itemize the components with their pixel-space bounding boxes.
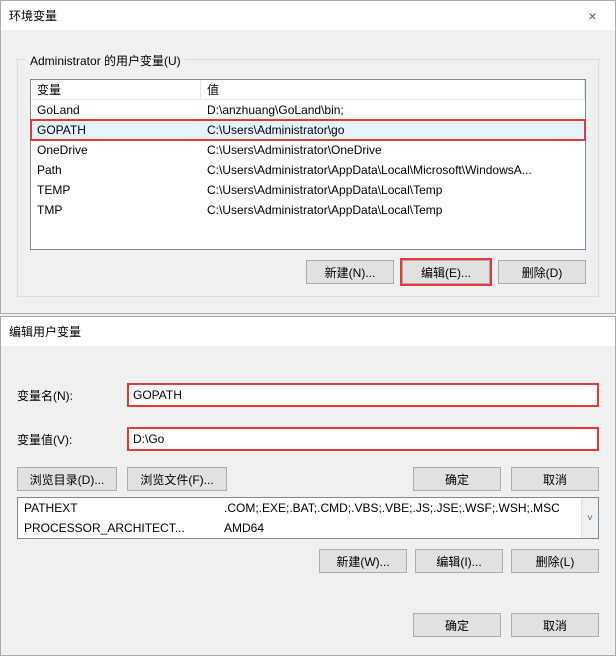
cell-var: PATHEXT — [18, 501, 218, 515]
scrollbar-down-icon[interactable]: ˅ — [581, 498, 598, 538]
edit-dialog-buttons: 浏览目录(D)... 浏览文件(F)... 确定 取消 — [17, 467, 599, 491]
var-name-input[interactable] — [127, 383, 599, 407]
table-row[interactable]: PATHEXT .COM;.EXE;.BAT;.CMD;.VBS;.VBE;.J… — [18, 498, 581, 518]
edit-button[interactable]: 编辑(E)... — [402, 260, 490, 284]
var-name-label: 变量名(N): — [17, 387, 127, 404]
cell-val: C:\Users\Administrator\AppData\Local\Mic… — [201, 163, 585, 177]
var-value-label: 变量值(V): — [17, 431, 127, 448]
dialog-bottom-buttons: 确定 取消 — [17, 613, 599, 637]
cell-var: OneDrive — [31, 143, 201, 157]
browse-dir-button[interactable]: 浏览目录(D)... — [17, 467, 117, 491]
cancel-button[interactable]: 取消 — [511, 467, 599, 491]
cell-var: PROCESSOR_ARCHITECT... — [18, 521, 218, 535]
system-vars-table[interactable]: PATHEXT .COM;.EXE;.BAT;.CMD;.VBS;.VBE;.J… — [17, 497, 599, 539]
titlebar[interactable]: 环境变量 × — [1, 1, 615, 31]
cell-val: C:\Users\Administrator\AppData\Local\Tem… — [201, 183, 585, 197]
table-row[interactable]: TMP C:\Users\Administrator\AppData\Local… — [31, 200, 585, 220]
cell-var: Path — [31, 163, 201, 177]
table-row[interactable]: GoLand D:\anzhuang\GoLand\bin; — [31, 100, 585, 120]
table-row-selected[interactable]: GOPATH C:\Users\Administrator\go — [31, 120, 585, 140]
system-vars-rows: PATHEXT .COM;.EXE;.BAT;.CMD;.VBS;.VBE;.J… — [18, 498, 581, 538]
spacer — [237, 467, 403, 491]
table-row[interactable]: OneDrive C:\Users\Administrator\OneDrive — [31, 140, 585, 160]
table-row[interactable]: TEMP C:\Users\Administrator\AppData\Loca… — [31, 180, 585, 200]
dialog-title: 编辑用户变量 — [9, 323, 81, 340]
user-vars-buttons: 新建(N)... 编辑(E)... 删除(D) — [30, 260, 586, 284]
browse-file-button[interactable]: 浏览文件(F)... — [127, 467, 227, 491]
env-vars-dialog: 环境变量 × Administrator 的用户变量(U) 变量 值 GoLan… — [0, 0, 616, 314]
delete-button[interactable]: 删除(L) — [511, 549, 599, 573]
edit-var-dialog: 编辑用户变量 变量名(N): 变量值(V): 浏览目录(D)... 浏览文件(F… — [0, 316, 616, 656]
cell-val: C:\Users\Administrator\AppData\Local\Tem… — [201, 203, 585, 217]
user-vars-group: Administrator 的用户变量(U) 变量 值 GoLand D:\an… — [17, 59, 599, 297]
new-button[interactable]: 新建(W)... — [319, 549, 407, 573]
var-value-input[interactable] — [127, 427, 599, 451]
cancel-button[interactable]: 取消 — [511, 613, 599, 637]
dialog-title: 环境变量 — [9, 7, 57, 24]
header-val: 值 — [201, 80, 585, 99]
cell-var: TMP — [31, 203, 201, 217]
edit-button[interactable]: 编辑(I)... — [415, 549, 503, 573]
cell-val: AMD64 — [218, 521, 581, 535]
table-row[interactable]: Path C:\Users\Administrator\AppData\Loca… — [31, 160, 585, 180]
cell-var: TEMP — [31, 183, 201, 197]
cell-val: C:\Users\Administrator\go — [201, 123, 585, 137]
ok-button[interactable]: 确定 — [413, 467, 501, 491]
cell-var: GOPATH — [31, 123, 201, 137]
table-footer — [30, 220, 586, 250]
var-value-row: 变量值(V): — [17, 427, 599, 451]
close-icon[interactable]: × — [570, 1, 615, 31]
dialog-body: 变量名(N): 变量值(V): 浏览目录(D)... 浏览文件(F)... 确定… — [1, 347, 615, 655]
cell-val: .COM;.EXE;.BAT;.CMD;.VBS;.VBE;.JS;.JSE;.… — [218, 501, 581, 515]
ok-button[interactable]: 确定 — [413, 613, 501, 637]
cell-val: C:\Users\Administrator\OneDrive — [201, 143, 585, 157]
cell-var: GoLand — [31, 103, 201, 117]
delete-button[interactable]: 删除(D) — [498, 260, 586, 284]
cell-val: D:\anzhuang\GoLand\bin; — [201, 103, 585, 117]
close-icon[interactable] — [570, 317, 615, 347]
group-title: Administrator 的用户变量(U) — [26, 52, 185, 69]
table-header: 变量 值 — [31, 80, 585, 100]
table-row[interactable]: PROCESSOR_ARCHITECT... AMD64 — [18, 518, 581, 538]
dialog-body: Administrator 的用户变量(U) 变量 值 GoLand D:\an… — [1, 31, 615, 313]
new-button[interactable]: 新建(N)... — [306, 260, 394, 284]
var-name-row: 变量名(N): — [17, 383, 599, 407]
user-vars-table[interactable]: 变量 值 GoLand D:\anzhuang\GoLand\bin; GOPA… — [30, 79, 586, 220]
system-vars-buttons: 新建(W)... 编辑(I)... 删除(L) — [17, 549, 599, 573]
header-var: 变量 — [31, 80, 201, 99]
titlebar[interactable]: 编辑用户变量 — [1, 317, 615, 347]
